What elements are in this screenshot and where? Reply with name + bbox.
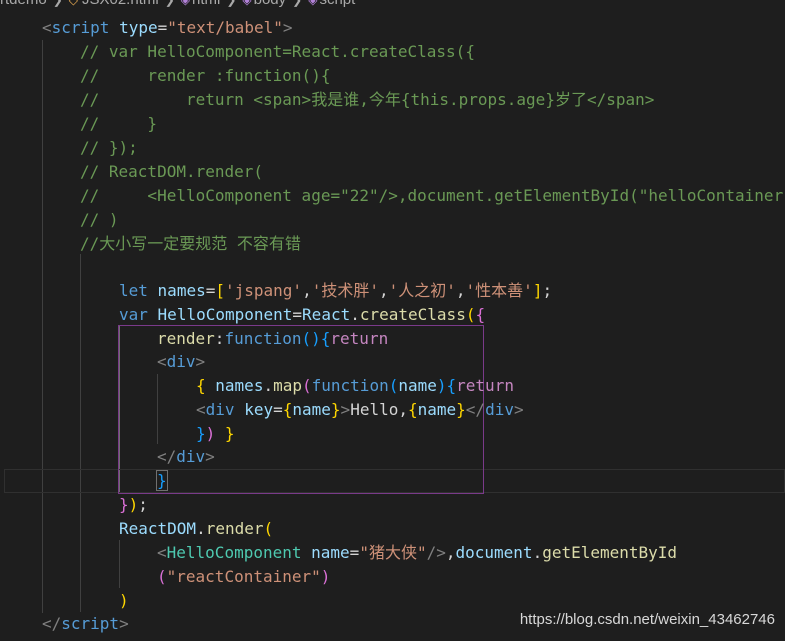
code-line: ) bbox=[119, 591, 129, 610]
code-editor[interactable]: <script type="text/babel"> // var HelloC… bbox=[0, 0, 785, 641]
watermark: https://blog.csdn.net/weixin_43462746 bbox=[519, 611, 775, 628]
code-line: // <HelloComponent age="22"/>,document.g… bbox=[80, 186, 785, 205]
code-line: //大小写一定要规范 不容有错 bbox=[80, 234, 301, 253]
code-line: { names.map(function(name){return bbox=[196, 376, 514, 395]
code-line: let names=['jspang','技术胖','人之初','性本善']; bbox=[119, 281, 553, 300]
code-line: <div key={name}>Hello,{name}</div> bbox=[196, 400, 524, 419]
code-line: // ) bbox=[80, 210, 119, 229]
code-line: ReactDOM.render( bbox=[119, 519, 274, 538]
code-line: <script type="text/babel"> bbox=[42, 18, 293, 37]
code-line: // render :function(){ bbox=[80, 66, 331, 85]
code-line: var HelloComponent=React.createClass({ bbox=[119, 305, 486, 324]
code-line: }); bbox=[119, 495, 148, 514]
code-line: // ReactDOM.render( bbox=[80, 162, 264, 181]
code-line: }) } bbox=[196, 424, 235, 443]
code-line: } bbox=[156, 470, 168, 491]
code-line: // var HelloComponent=React.createClass(… bbox=[80, 42, 475, 61]
code-line: <HelloComponent name="猪大侠"/>,document.ge… bbox=[157, 543, 678, 562]
code-line: <div> bbox=[157, 352, 206, 371]
code-line: </div> bbox=[157, 447, 215, 466]
code-line: // } bbox=[80, 114, 158, 133]
code-line: render:function(){return bbox=[157, 329, 389, 348]
code-line: // return <span>我是谁,今年{this.props.age}岁了… bbox=[80, 90, 655, 109]
code-line: // }); bbox=[80, 138, 138, 157]
code-line: ("reactContainer") bbox=[157, 567, 331, 586]
